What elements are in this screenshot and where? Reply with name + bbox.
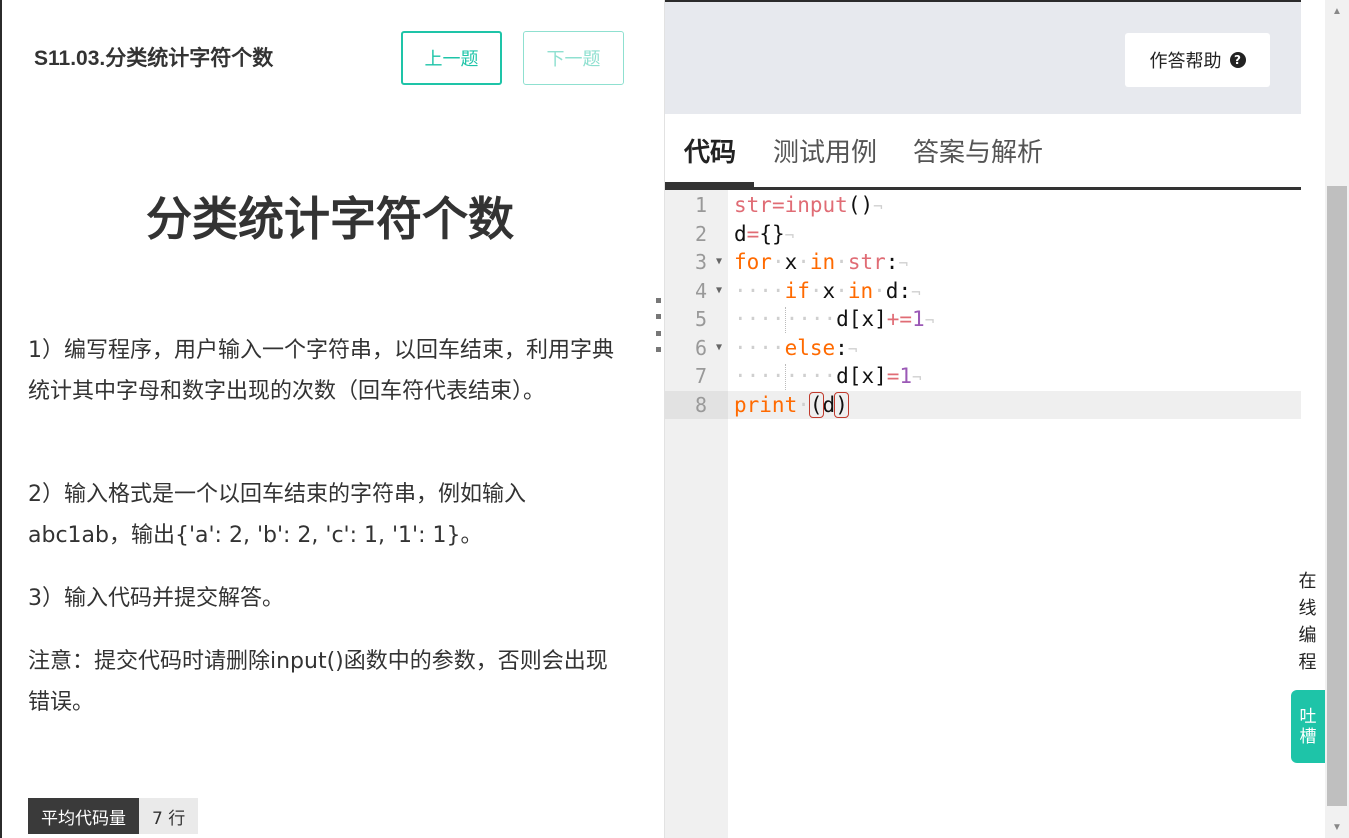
problem-panel: S11.03.分类统计字符个数 上一题 下一题 分类统计字符个数 1）编写程序，… <box>0 0 665 838</box>
code-line[interactable]: 3 ▼ for·x·in·str:¬ <box>665 248 1301 277</box>
code-line[interactable]: 2 d={}¬ <box>665 220 1301 249</box>
online-coding-char: 线 <box>1298 598 1317 619</box>
code-line[interactable]: 7 ········d[x]=1¬ <box>665 362 1301 391</box>
active-tab-indicator <box>665 182 754 187</box>
editor-panel: 作答帮助 ? 代码 测试用例 答案与解析 1 str=input()¬ 2 d=… <box>665 0 1301 838</box>
code-text[interactable]: str=input()¬ <box>734 191 883 220</box>
line-number: 2 <box>694 221 707 246</box>
problem-title: 分类统计字符个数 <box>146 192 514 246</box>
line-number: 6 <box>694 335 707 360</box>
line-number: 4 <box>694 278 707 303</box>
line-number: 8 <box>694 392 707 417</box>
code-line[interactable]: 4 ▼ ····if·x·in·d:¬ <box>665 277 1301 306</box>
question-circle-icon: ? <box>1229 52 1246 68</box>
feedback-button[interactable]: 吐 槽 <box>1291 690 1325 763</box>
online-coding-char: 在 <box>1298 571 1317 592</box>
prev-question-button[interactable]: 上一题 <box>401 31 502 85</box>
problem-description-2: 2）输入格式是一个以回车结束的字符串，例如输入abc1ab，输出{'a': 2,… <box>28 482 526 548</box>
stat-value: 7 行 <box>139 798 199 834</box>
problem-note: 注意：提交代码时请删除input()函数中的参数，否则会出现错误。 <box>28 649 608 715</box>
code-line-active[interactable]: 8 print·(d) <box>665 390 1301 420</box>
scrollbar-thumb[interactable] <box>1327 186 1347 806</box>
code-text[interactable]: ····else:¬ <box>734 334 857 363</box>
code-text[interactable]: for·x·in·str:¬ <box>734 248 908 277</box>
triangle-down-icon[interactable]: ▼ <box>716 248 722 277</box>
editor-tabs: 代码 测试用例 答案与解析 <box>665 114 1301 190</box>
code-text[interactable]: d={}¬ <box>734 220 794 249</box>
code-text[interactable]: ····if·x·in·d:¬ <box>734 277 921 306</box>
line-number: 5 <box>694 307 707 331</box>
triangle-down-icon[interactable]: ▼ <box>716 334 722 363</box>
code-line[interactable]: 6 ▼ ····else:¬ <box>665 334 1301 363</box>
page-scrollbar[interactable]: ▲ ▼ <box>1325 0 1349 838</box>
feedback-char: 吐 <box>1299 706 1317 727</box>
scroll-down-arrow-icon[interactable]: ▼ <box>1325 816 1349 838</box>
code-line[interactable]: 1 str=input()¬ <box>665 191 1301 220</box>
line-number: 1 <box>694 193 707 217</box>
code-editor[interactable]: 1 str=input()¬ 2 d={}¬ 3 ▼ for·x·in·str:¬… <box>665 190 1301 838</box>
tab-answer-analysis[interactable]: 答案与解析 <box>913 114 1043 187</box>
editor-toolbar: 作答帮助 ? <box>665 0 1301 114</box>
problem-code: S11.03.分类统计字符个数 <box>34 47 274 70</box>
code-line[interactable]: 5 ········d[x]+=1¬ <box>665 305 1301 334</box>
line-number: 7 <box>694 364 707 388</box>
problem-description-1: 1）编写程序，用户输入一个字符串，以回车结束，利用字典统计其中字母和数字出现的次… <box>28 338 614 404</box>
online-coding-char: 程 <box>1298 652 1317 673</box>
scroll-up-arrow-icon[interactable]: ▲ <box>1325 0 1349 22</box>
online-coding-char: 编 <box>1298 625 1317 646</box>
drag-dots-icon[interactable] <box>656 298 661 352</box>
help-button[interactable]: 作答帮助 ? <box>1125 33 1270 87</box>
line-number: 3 <box>694 250 707 274</box>
tab-test-cases[interactable]: 测试用例 <box>773 114 877 187</box>
help-button-label: 作答帮助 <box>1149 51 1222 72</box>
online-coding-button[interactable]: 在 线 编 程 <box>1290 556 1325 688</box>
next-question-button[interactable]: 下一题 <box>523 31 624 85</box>
problem-description-3: 3）输入代码并提交解答。 <box>28 586 284 611</box>
tab-code[interactable]: 代码 <box>684 114 736 187</box>
code-text[interactable]: ········d[x]+=1¬ <box>734 305 934 334</box>
average-code-stat: 平均代码量 7 行 <box>28 798 199 834</box>
code-text[interactable]: ········d[x]=1¬ <box>734 362 922 391</box>
triangle-down-icon[interactable]: ▼ <box>716 277 722 306</box>
stat-label: 平均代码量 <box>28 798 139 834</box>
feedback-char: 槽 <box>1299 726 1317 747</box>
code-text[interactable]: print·(d) <box>734 391 849 420</box>
